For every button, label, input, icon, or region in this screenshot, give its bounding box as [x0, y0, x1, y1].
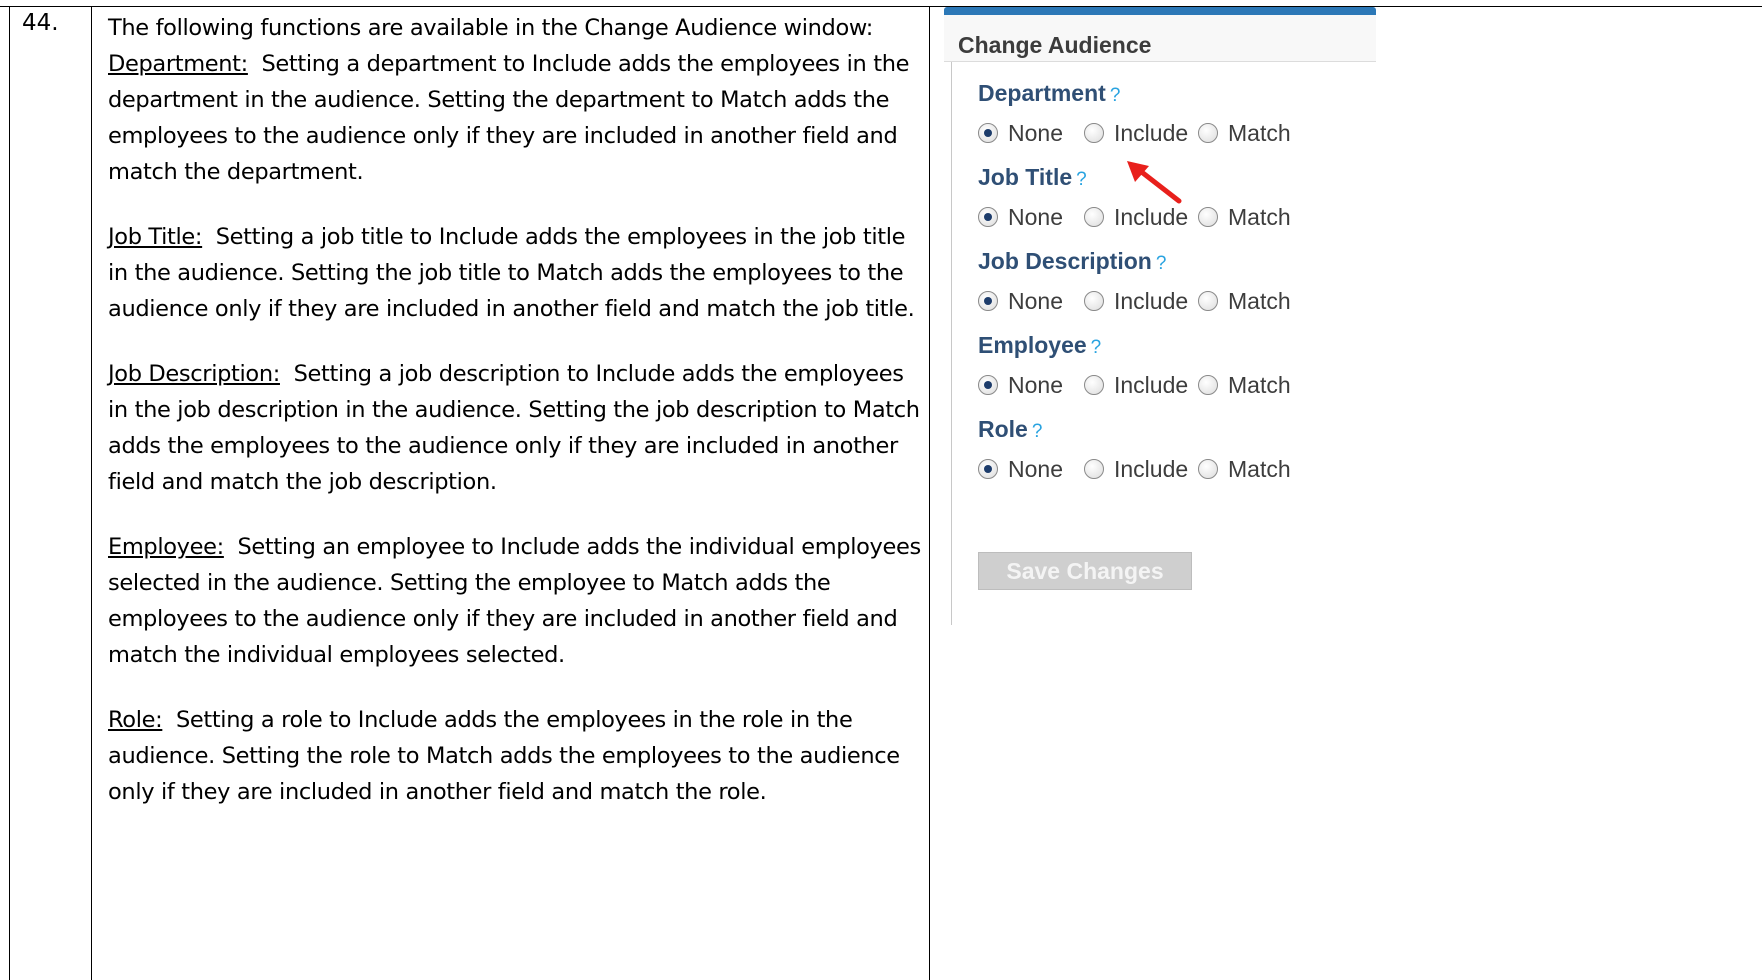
radio-button[interactable]	[1198, 375, 1218, 395]
description-item: Job Description: Setting a job descripti…	[108, 356, 923, 500]
radio-button[interactable]	[1198, 123, 1218, 143]
field-label-text: Role	[978, 416, 1028, 442]
radio-label: None	[1008, 372, 1063, 398]
field-label-text: Job Description	[978, 248, 1152, 274]
radio-button[interactable]	[1198, 207, 1218, 227]
radio-button[interactable]	[978, 459, 998, 479]
term-label: Department:	[108, 51, 248, 77]
panel-header: Change Audience	[944, 15, 1376, 62]
field-label-text: Department	[978, 80, 1106, 106]
term-label: Job Description:	[108, 361, 280, 387]
radio-label: None	[1008, 204, 1063, 230]
change-audience-screenshot: Change Audience Department? None Include Ma…	[944, 7, 1376, 625]
term-label: Employee:	[108, 534, 224, 560]
radio-button[interactable]	[978, 123, 998, 143]
radio-label: Include	[1114, 288, 1189, 314]
radio-label: Include	[1114, 372, 1189, 398]
panel-left-border	[951, 62, 952, 625]
term-label: Role:	[108, 707, 163, 733]
radio-button[interactable]	[978, 375, 998, 395]
radio-label: None	[1008, 288, 1063, 314]
annotation-arrow-icon	[1127, 161, 1182, 204]
field-label: Job Description?	[978, 248, 1166, 275]
radio-button[interactable]	[1084, 207, 1104, 227]
field-label-text: Employee	[978, 332, 1087, 358]
radio-button[interactable]	[1198, 291, 1218, 311]
radio-button[interactable]	[1084, 123, 1104, 143]
help-icon[interactable]: ?	[1091, 337, 1102, 358]
radio-button[interactable]	[1084, 375, 1104, 395]
field-label-text: Job Title	[978, 164, 1073, 190]
radio-label: Include	[1114, 456, 1189, 482]
term-label: Job Title:	[108, 224, 203, 250]
step-description: The following functions are available in…	[108, 10, 923, 839]
radio-label: Match	[1228, 288, 1291, 314]
table-left-border	[9, 6, 10, 980]
field-label: Department?	[978, 80, 1120, 107]
intro-text: The following functions are available in…	[108, 15, 873, 41]
help-icon[interactable]: ?	[1156, 253, 1167, 274]
field-label: Role?	[978, 416, 1042, 443]
table-column-border	[929, 6, 930, 980]
radio-label: Include	[1114, 120, 1189, 146]
radio-label: None	[1008, 456, 1063, 482]
window-top-bar	[944, 7, 1376, 15]
radio-label: Include	[1114, 204, 1189, 230]
panel-title: Change Audience	[958, 32, 1152, 58]
field-label: Job Title?	[978, 164, 1087, 191]
table-column-border	[91, 6, 92, 980]
description-item: Department: Setting a department to Incl…	[108, 46, 923, 190]
radio-button[interactable]	[1198, 459, 1218, 479]
radio-label: Match	[1228, 456, 1291, 482]
description-item: Employee: Setting an employee to Include…	[108, 529, 923, 673]
save-changes-button[interactable]: Save Changes	[978, 552, 1192, 590]
radio-button[interactable]	[1084, 459, 1104, 479]
radio-label: None	[1008, 120, 1063, 146]
help-icon[interactable]: ?	[1076, 169, 1087, 190]
field-label: Employee?	[978, 332, 1101, 359]
radio-label: Match	[1228, 120, 1291, 146]
description-item: Job Title: Setting a job title to Includ…	[108, 219, 923, 327]
table-top-border	[0, 6, 1762, 7]
radio-button[interactable]	[978, 207, 998, 227]
radio-button[interactable]	[978, 291, 998, 311]
help-icon[interactable]: ?	[1110, 85, 1121, 106]
description-item: Role: Setting a role to Include adds the…	[108, 702, 923, 810]
radio-label: Match	[1228, 372, 1291, 398]
term-text: Setting an employee to Include adds the …	[108, 534, 921, 668]
step-number: 44.	[22, 10, 59, 36]
radio-button[interactable]	[1084, 291, 1104, 311]
radio-label: Match	[1228, 204, 1291, 230]
help-icon[interactable]: ?	[1032, 421, 1043, 442]
term-text: Setting a role to Include adds the emplo…	[108, 707, 900, 805]
term-text: Setting a job title to Include adds the …	[108, 224, 915, 322]
